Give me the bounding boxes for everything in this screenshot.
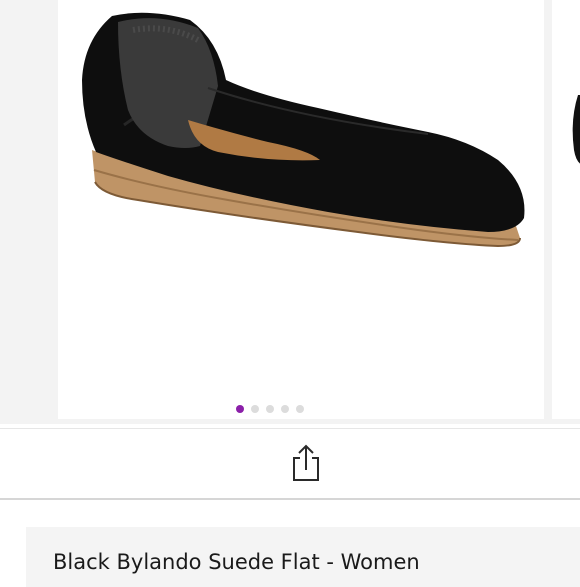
next-product-image[interactable] bbox=[552, 0, 580, 419]
shoe-photo bbox=[82, 12, 525, 248]
carousel-dot-2[interactable] bbox=[251, 405, 259, 413]
next-shoe-peek bbox=[572, 95, 580, 164]
share-icon bbox=[293, 444, 319, 481]
carousel-dot-3[interactable] bbox=[266, 405, 274, 413]
carousel-dot-5[interactable] bbox=[296, 405, 304, 413]
product-title-card: Black Bylando Suede Flat - Women bbox=[26, 527, 580, 587]
product-title: Black Bylando Suede Flat - Women bbox=[53, 550, 420, 574]
action-bar bbox=[0, 428, 580, 500]
product-image[interactable] bbox=[58, 0, 544, 419]
carousel-dot-4[interactable] bbox=[281, 405, 289, 413]
carousel-pagination bbox=[0, 405, 580, 415]
share-button[interactable] bbox=[286, 443, 326, 483]
image-carousel[interactable] bbox=[0, 0, 580, 424]
carousel-dot-1[interactable] bbox=[236, 405, 244, 413]
